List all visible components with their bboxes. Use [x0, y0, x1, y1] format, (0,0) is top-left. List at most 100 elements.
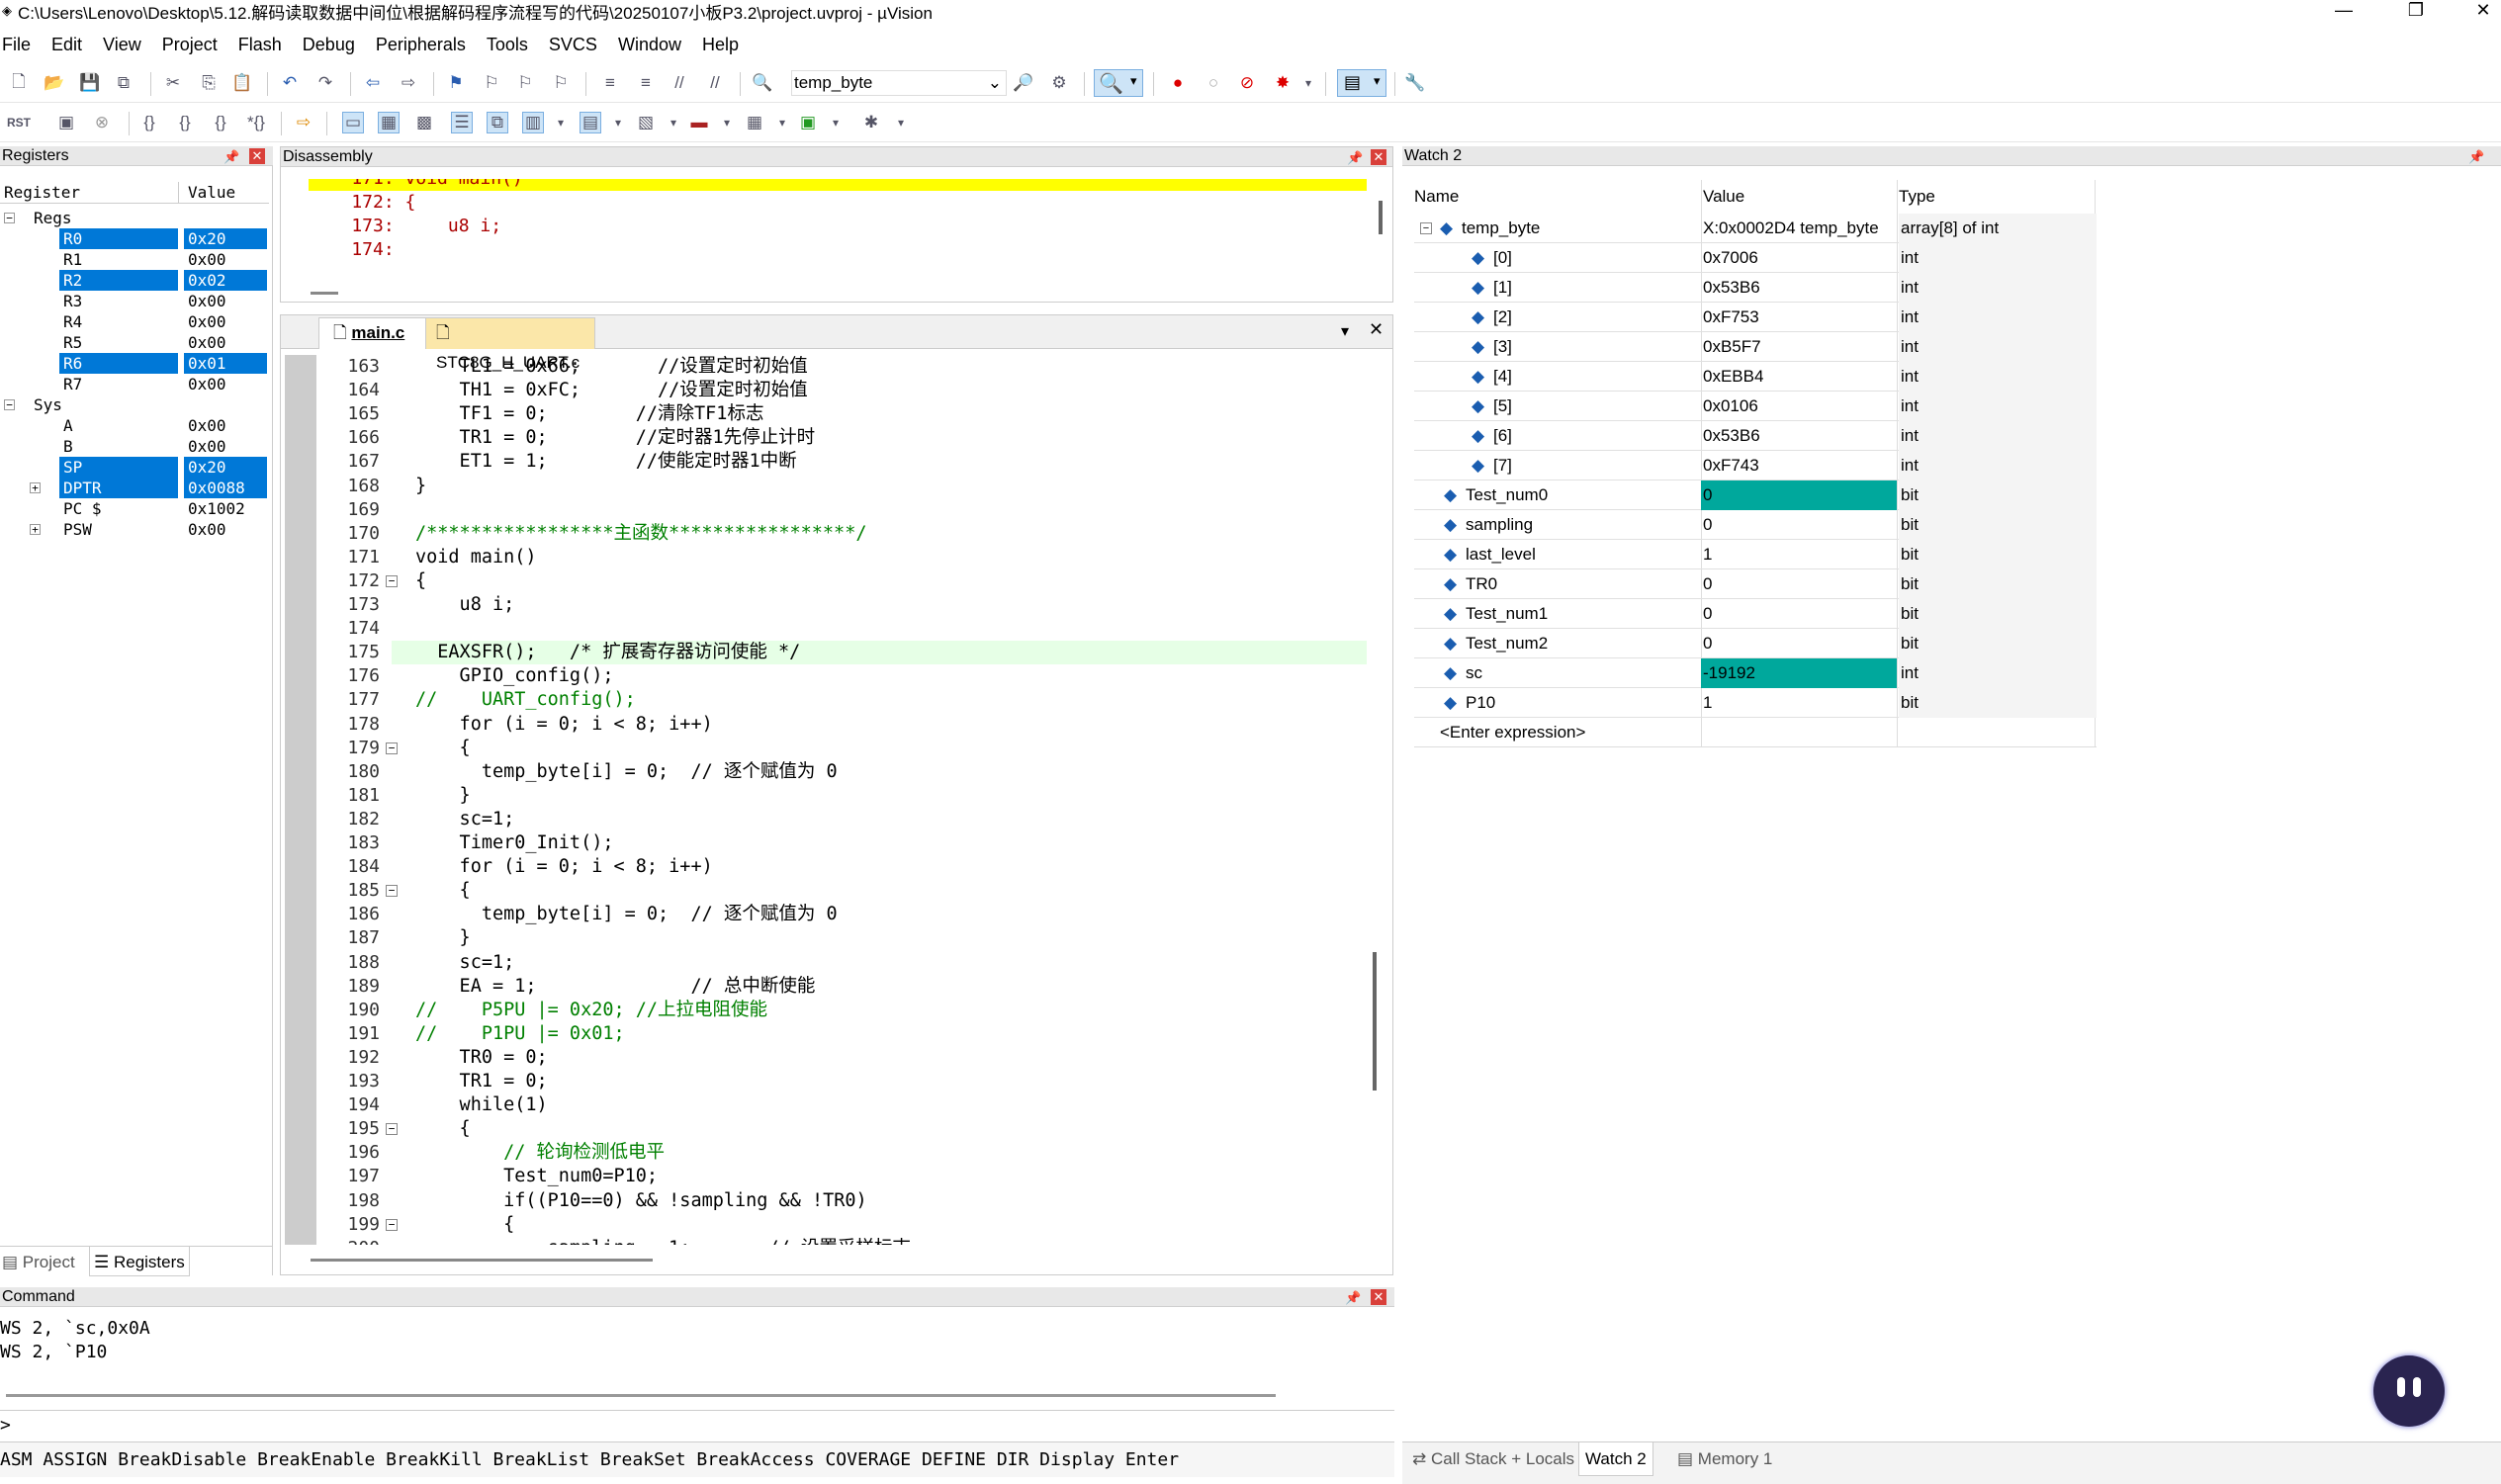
- expand-icon[interactable]: +: [30, 482, 41, 493]
- save-icon[interactable]: 💾: [79, 72, 101, 94]
- dropdown-arrow-icon[interactable]: ▾: [550, 112, 572, 133]
- reg-row[interactable]: R5 0x00: [0, 332, 267, 353]
- find-in-files-icon[interactable]: 🔍: [752, 72, 773, 94]
- run-icon[interactable]: ▣: [55, 112, 77, 133]
- col-name[interactable]: Name: [1414, 180, 1459, 214]
- step-into-icon[interactable]: {}: [138, 112, 160, 133]
- watch-value[interactable]: 1: [1701, 688, 1897, 718]
- tab-registers[interactable]: ☰ Registers: [89, 1247, 190, 1276]
- reg-value[interactable]: 0x01: [184, 353, 267, 374]
- tab-memory-1[interactable]: ▤ Memory 1: [1677, 1442, 1772, 1476]
- reg-value[interactable]: 0x02: [184, 270, 267, 291]
- indent-icon[interactable]: ≡: [599, 72, 621, 94]
- system-viewer-icon[interactable]: ▣: [797, 112, 819, 133]
- reg-value[interactable]: 0x00: [184, 311, 267, 332]
- paste-icon[interactable]: 📋: [231, 72, 253, 94]
- dropdown-arrow-icon[interactable]: ▾: [890, 112, 912, 133]
- col-register[interactable]: Register: [4, 182, 80, 204]
- reg-value[interactable]: 0x00: [184, 291, 267, 311]
- reg-value[interactable]: 0x20: [184, 457, 267, 478]
- breakpoint-gutter[interactable]: [285, 355, 316, 1245]
- redo-icon[interactable]: ↷: [314, 72, 336, 94]
- configure-icon[interactable]: 🔧: [1404, 72, 1426, 94]
- watch-row[interactable]: ◆ P10 1 bit: [1414, 688, 2097, 718]
- disassembly-scrollbar[interactable]: [1379, 201, 1383, 234]
- reg-row[interactable]: + PSW 0x00: [0, 519, 267, 540]
- copy-icon[interactable]: ⎘: [198, 72, 220, 94]
- tab-call-stack[interactable]: ⇄ Call Stack + Locals: [1412, 1442, 1574, 1476]
- menu-edit[interactable]: Edit: [51, 35, 82, 55]
- watch-value[interactable]: 0: [1701, 629, 1897, 658]
- watch-row[interactable]: ◆ [1] 0x53B6 int: [1414, 273, 2097, 303]
- watch-row[interactable]: ◆ TR0 0 bit: [1414, 569, 2097, 599]
- chevron-down-icon[interactable]: ▾: [1341, 321, 1349, 341]
- tab-watch-2[interactable]: Watch 2: [1578, 1442, 1653, 1476]
- comment-icon[interactable]: //: [669, 72, 690, 94]
- reg-row[interactable]: R1 0x00: [0, 249, 267, 270]
- reg-value[interactable]: 0x0088: [184, 478, 267, 498]
- reset-icon[interactable]: RST: [7, 112, 31, 133]
- pin-icon[interactable]: 📌: [223, 147, 239, 167]
- step-out-icon[interactable]: {}: [210, 112, 231, 133]
- incremental-find-icon[interactable]: ⚙: [1048, 72, 1070, 94]
- dropdown-arrow-icon[interactable]: ▾: [716, 112, 738, 133]
- reg-row[interactable]: R7 0x00: [0, 374, 267, 394]
- menu-view[interactable]: View: [103, 35, 141, 55]
- watch-value[interactable]: 0: [1701, 569, 1897, 599]
- watch-value[interactable]: 0x53B6: [1701, 273, 1897, 303]
- watch-row[interactable]: ◆ [5] 0x0106 int: [1414, 392, 2097, 421]
- save-all-icon[interactable]: ⧉: [113, 72, 134, 94]
- watch-window-icon[interactable]: ▥: [522, 112, 544, 133]
- fold-icon[interactable]: −: [386, 885, 398, 898]
- find-icon[interactable]: 🔎: [1013, 72, 1034, 94]
- run-to-cursor-icon[interactable]: *{}: [245, 112, 267, 133]
- close-pane-icon[interactable]: ✕: [1371, 149, 1386, 165]
- close-pane-icon[interactable]: ✕: [1371, 1289, 1386, 1305]
- undo-icon[interactable]: ↶: [279, 72, 301, 94]
- disassembly-content[interactable]: 171: void main() 172: { 173: u8 i; 174:: [281, 179, 1369, 278]
- symbols-window-icon[interactable]: ▩: [413, 112, 435, 133]
- reg-row[interactable]: R0 0x20: [0, 228, 267, 249]
- reg-value[interactable]: 0x00: [184, 519, 267, 540]
- watch-row[interactable]: − ◆ temp_byte X:0x0002D4 temp_byte array[8] …: [1414, 214, 2097, 243]
- registers-window-icon[interactable]: ☰: [451, 112, 473, 133]
- watch-value[interactable]: 0: [1701, 480, 1897, 510]
- reg-group[interactable]: − Sys: [0, 394, 267, 415]
- close-icon[interactable]: ✕: [1369, 319, 1384, 340]
- reg-value[interactable]: 0x00: [184, 374, 267, 394]
- watch-value[interactable]: -19192: [1701, 658, 1897, 688]
- watch-value[interactable]: 0x53B6: [1701, 421, 1897, 451]
- watch-row[interactable]: ◆ [0] 0x7006 int: [1414, 243, 2097, 273]
- reg-row[interactable]: PC $ 0x1002: [0, 498, 267, 519]
- reg-value[interactable]: 0x00: [184, 436, 267, 457]
- disasm-line[interactable]: 174:: [309, 238, 1367, 262]
- stop-icon[interactable]: ⊗: [91, 112, 113, 133]
- reg-value[interactable]: 0x00: [184, 249, 267, 270]
- pin-icon[interactable]: 📌: [1347, 148, 1363, 168]
- disasm-line[interactable]: 172: {: [309, 191, 1367, 215]
- watch-value[interactable]: 0xB5F7: [1701, 332, 1897, 362]
- watch-row[interactable]: ◆ [6] 0x53B6 int: [1414, 421, 2097, 451]
- disasm-line[interactable]: 171: void main(): [309, 179, 1367, 191]
- bookmark-prev-icon[interactable]: ⚐: [481, 72, 502, 94]
- watch-row[interactable]: ◆ [4] 0xEBB4 int: [1414, 362, 2097, 392]
- watch-value[interactable]: 0: [1701, 510, 1897, 540]
- command-input[interactable]: >: [0, 1410, 1394, 1438]
- close-button[interactable]: ✕: [2460, 0, 2501, 22]
- toolbox-icon[interactable]: ✱: [860, 112, 882, 133]
- menu-debug[interactable]: Debug: [303, 35, 355, 55]
- watch-row[interactable]: ◆ Test_num2 0 bit: [1414, 629, 2097, 658]
- reg-group[interactable]: − Regs: [0, 208, 267, 228]
- watch-row[interactable]: ◆ [7] 0xF743 int: [1414, 451, 2097, 480]
- open-file-icon[interactable]: 📂: [44, 72, 65, 94]
- nav-forward-icon[interactable]: ⇨: [398, 72, 419, 94]
- breakpoint-kill-all-icon[interactable]: ✸: [1272, 72, 1294, 94]
- pin-icon[interactable]: 📌: [2468, 147, 2484, 167]
- serial-window-icon[interactable]: ▧: [635, 112, 657, 133]
- reg-row[interactable]: SP 0x20: [0, 457, 267, 478]
- bookmark-icon[interactable]: ⚑: [445, 72, 467, 94]
- menu-peripherals[interactable]: Peripherals: [376, 35, 466, 55]
- watch-enter-row[interactable]: <Enter expression>: [1414, 718, 2097, 747]
- reg-row[interactable]: B 0x00: [0, 436, 267, 457]
- menu-help[interactable]: Help: [702, 35, 739, 55]
